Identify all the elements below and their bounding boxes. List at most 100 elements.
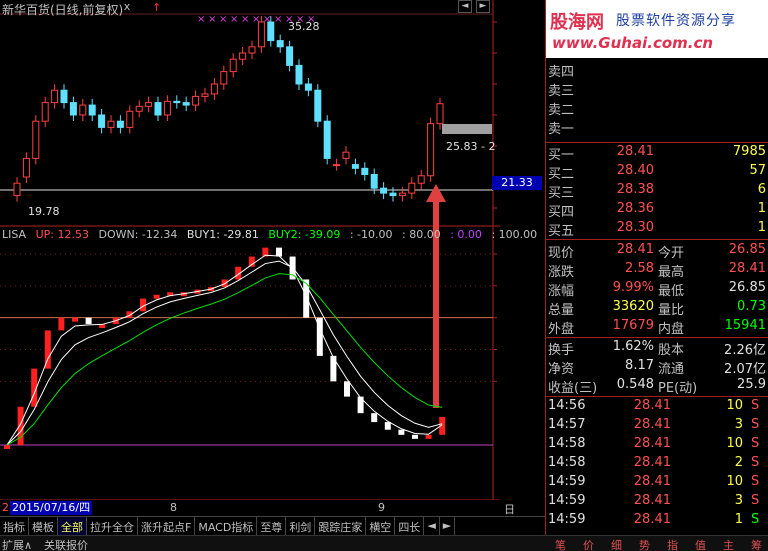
tick-row: 14:59 28.41 1 S xyxy=(546,511,768,530)
fundamental-label: 换手 xyxy=(548,343,575,358)
bid-price: 28.36 xyxy=(616,201,654,216)
bid-label: 买二 xyxy=(548,167,575,182)
candle-body xyxy=(417,175,425,184)
kline-chart[interactable]: 35.0032.5030.0027.5025.0022.5020.00150.0… xyxy=(0,0,500,500)
tab-3[interactable]: 拉升全仓 xyxy=(87,517,138,535)
candle-body xyxy=(370,174,378,189)
marker: × xyxy=(219,14,227,25)
candle-body xyxy=(436,103,444,125)
tab-1[interactable]: 模板 xyxy=(29,517,58,535)
quote-value: 2.58 xyxy=(625,261,654,276)
bid-row[interactable]: 买三 28.38 6 xyxy=(546,181,768,201)
expand-button[interactable]: 扩展∧ xyxy=(2,537,32,551)
candle-body xyxy=(163,100,171,116)
tab-11[interactable]: ◄ xyxy=(424,517,440,535)
side-tab-4[interactable]: 指 xyxy=(667,537,678,551)
tick-time: 14:56 xyxy=(548,398,586,413)
fundamental-row: 收益(三) 0.548 PE(动) 25.9 xyxy=(546,376,768,396)
candle-body xyxy=(239,52,247,60)
tab-4[interactable]: 涨升起点F xyxy=(138,517,196,535)
tab-10[interactable]: 四长 xyxy=(395,517,425,535)
indicator-buy2: BUY2: -39.09 xyxy=(268,228,341,241)
divider xyxy=(546,239,768,240)
candle-body xyxy=(79,104,87,116)
bid-row[interactable]: 买五 28.30 1 xyxy=(546,219,768,239)
ask-row[interactable]: 卖三 xyxy=(546,79,768,99)
lisa-bar xyxy=(330,355,337,382)
fundamental-value: 25.9 xyxy=(737,377,766,392)
fundamental-value: 0.548 xyxy=(616,377,654,392)
fundamental-value: 2.26亿 xyxy=(724,343,766,358)
tick-time: 14:59 xyxy=(548,493,586,508)
side-tab-7[interactable]: 筹 xyxy=(751,537,762,551)
side-tab-1[interactable]: 价 xyxy=(583,537,594,551)
logo-name: 股海网 xyxy=(550,12,604,33)
tab-0[interactable]: 指标 xyxy=(0,517,29,535)
close-icon[interactable]: x xyxy=(121,0,133,13)
candle-body xyxy=(408,182,416,194)
candle-body xyxy=(192,95,200,106)
related-quote-button[interactable]: 关联报价 xyxy=(44,537,88,551)
side-tab-0[interactable]: 笔 xyxy=(555,537,566,551)
next-arrow-icon[interactable]: ► xyxy=(476,0,490,13)
quote-row: 涨幅 9.99% 最低 26.85 xyxy=(546,279,768,299)
prev-arrow-icon[interactable]: ◄ xyxy=(458,0,472,13)
tick-row: 14:59 28.41 3 S xyxy=(546,492,768,511)
fundamental-label: 股本 xyxy=(658,343,685,358)
tick-time: 14:58 xyxy=(548,436,586,451)
ask-row[interactable]: 卖四 xyxy=(546,60,768,80)
lisa-bar xyxy=(276,247,282,257)
candle-body xyxy=(154,102,162,116)
marker: × xyxy=(274,14,282,25)
tick-volume: 1 xyxy=(734,512,743,527)
bid-row[interactable]: 买二 28.40 57 xyxy=(546,162,768,182)
candle-body xyxy=(427,123,435,177)
ask-row[interactable]: 卖一 xyxy=(546,117,768,137)
tab-12[interactable]: ► xyxy=(440,517,456,535)
ask-row[interactable]: 卖二 xyxy=(546,98,768,118)
side-tab-6[interactable]: 主 xyxy=(723,537,734,551)
tab-6[interactable]: 至尊 xyxy=(257,517,287,535)
side-tab-2[interactable]: 细 xyxy=(611,537,622,551)
candle-body xyxy=(116,120,124,128)
side-tab-3[interactable]: 势 xyxy=(639,537,650,551)
side-tab-5[interactable]: 值 xyxy=(695,537,706,551)
bid-label: 买五 xyxy=(548,224,575,239)
candle-body xyxy=(304,83,312,91)
quote-label: 量比 xyxy=(658,303,685,318)
price-block xyxy=(442,124,492,134)
tick-price: 28.41 xyxy=(633,512,671,527)
bid-volume: 7985 xyxy=(732,144,766,159)
fundamental-label: 流通 xyxy=(658,362,685,377)
candle-body xyxy=(333,164,341,167)
bid-row[interactable]: 买四 28.36 1 xyxy=(546,200,768,220)
candle-body xyxy=(248,46,256,54)
pin-icon[interactable]: ↑ xyxy=(152,1,161,14)
indicator-v3: : 0.00 xyxy=(450,228,482,241)
lisa-bar xyxy=(85,317,92,325)
tab-2[interactable]: 全部 xyxy=(58,517,87,535)
bid-label: 买四 xyxy=(548,205,575,220)
bid-row[interactable]: 买一 28.41 7985 xyxy=(546,143,768,163)
tab-8[interactable]: 跟踪庄家 xyxy=(315,517,367,535)
tab-7[interactable]: 利剑 xyxy=(286,517,316,535)
candle-body xyxy=(201,93,209,97)
tab-9[interactable]: 横空 xyxy=(366,517,396,535)
bid-volume: 1 xyxy=(757,220,766,235)
tick-price: 28.41 xyxy=(633,455,671,470)
kline-chart-area[interactable]: 35.0032.5030.0027.5025.0022.5020.00150.0… xyxy=(0,0,542,532)
marker: × xyxy=(197,14,205,25)
tab-5[interactable]: MACD指标 xyxy=(195,517,258,535)
quote-label: 涨跌 xyxy=(548,265,575,280)
quote-row: 现价 28.41 今开 26.85 xyxy=(546,241,768,261)
logo: 股海网 股票软件资源分享 www.Guhai.com.cn xyxy=(546,0,768,58)
candle-body xyxy=(342,151,350,159)
lisa-bar xyxy=(412,434,418,439)
axis-mark-9: 9 xyxy=(378,501,385,514)
lisa-bar xyxy=(357,396,364,414)
indicator-v1: : -10.00 xyxy=(349,228,393,241)
bid-price: 28.40 xyxy=(616,163,654,178)
lisa-bar xyxy=(58,317,65,331)
lisa-bar xyxy=(384,422,391,430)
candle-body xyxy=(351,164,359,169)
